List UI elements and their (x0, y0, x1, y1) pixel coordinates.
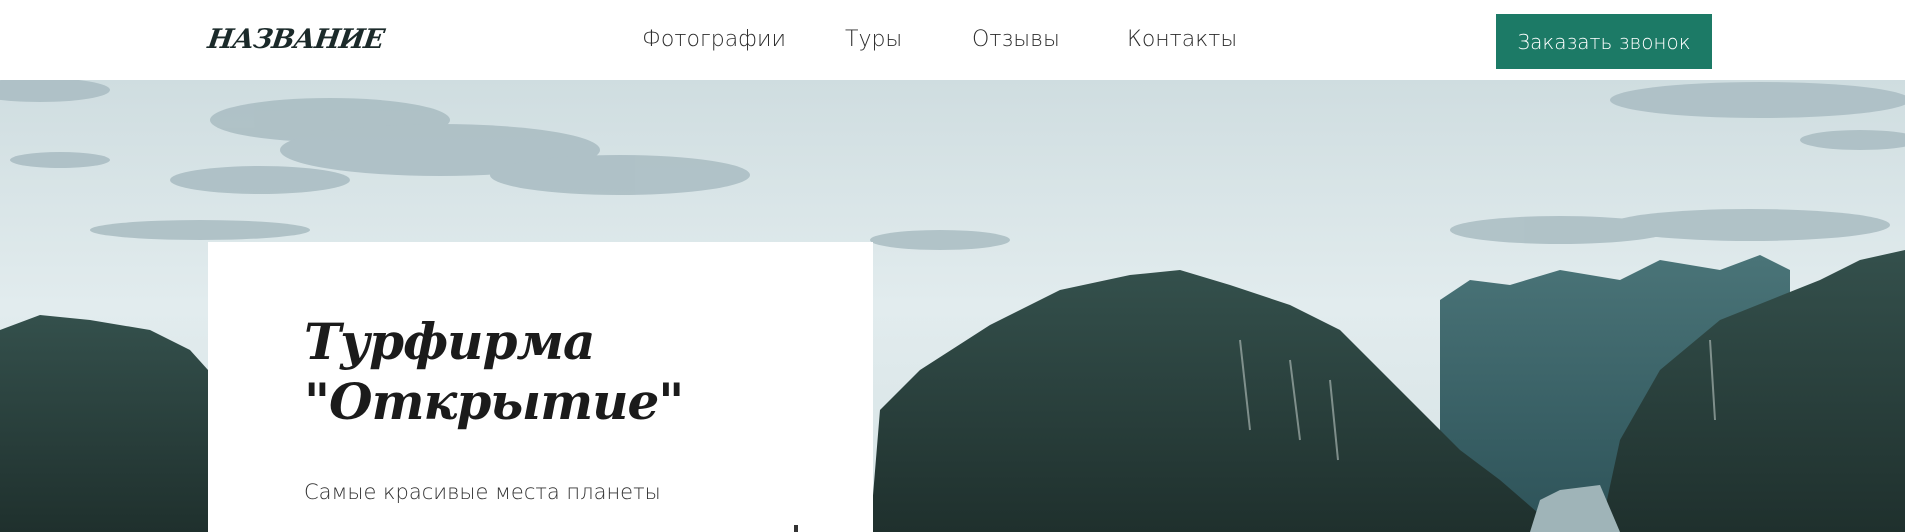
hero-title-line-1: Турфирма (304, 312, 595, 371)
nav-item-reviews[interactable]: Отзывы (972, 27, 1060, 52)
site-logo[interactable]: НАЗВАНИЕ (206, 24, 386, 55)
hero-title-line-2: "Открытие" (304, 372, 684, 431)
hero-title: Турфирма "Открытие" (304, 312, 824, 432)
cropped-text-fragment (794, 525, 798, 532)
hero-card: Турфирма "Открытие" Самые красивые места… (208, 242, 873, 532)
nav-item-contacts[interactable]: Контакты (1127, 27, 1237, 52)
order-call-button[interactable]: Заказать звонок (1496, 14, 1712, 69)
site-header: НАЗВАНИЕ Фотографии Туры Отзывы Контакты… (0, 0, 1905, 80)
hero-subtitle: Самые красивые места планеты (304, 480, 661, 504)
nav-item-photos[interactable]: Фотографии (642, 27, 786, 52)
nav-item-tours[interactable]: Туры (845, 27, 902, 52)
